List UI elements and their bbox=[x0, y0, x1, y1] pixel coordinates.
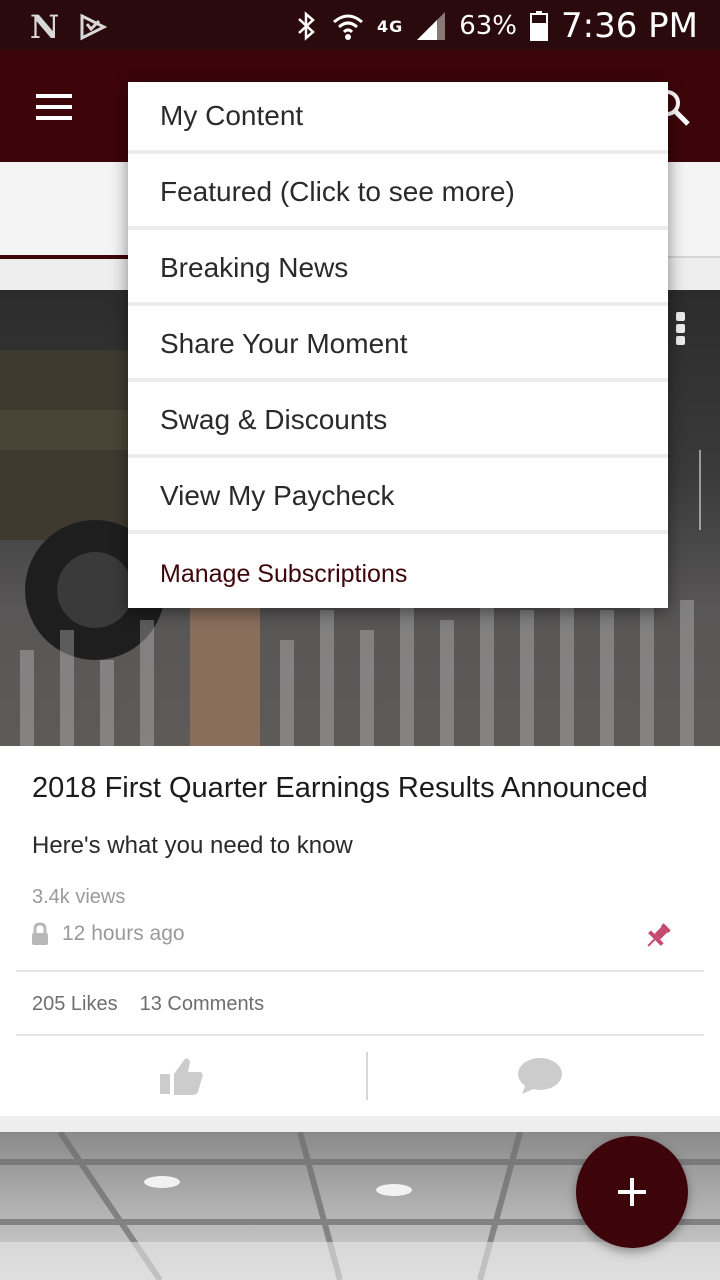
bluetooth-icon bbox=[298, 11, 315, 41]
battery-percent: 63% bbox=[459, 11, 517, 41]
divider bbox=[16, 970, 704, 972]
action-separator bbox=[366, 1052, 368, 1100]
status-bar: N 4G 63% 7:36 PM bbox=[0, 0, 720, 50]
post-views: 3.4k views bbox=[32, 886, 126, 908]
battery-icon bbox=[530, 11, 548, 41]
wifi-icon bbox=[332, 14, 363, 40]
play-store-notification-icon bbox=[80, 13, 108, 41]
channel-dropdown-menu: My Content Featured (Click to see more) … bbox=[128, 82, 668, 608]
signal-icon bbox=[417, 12, 446, 40]
n-notification-icon: N bbox=[30, 8, 60, 46]
hamburger-icon[interactable] bbox=[36, 94, 76, 122]
likes-count[interactable]: 205 Likes bbox=[32, 993, 118, 1016]
post-more-options-icon[interactable] bbox=[676, 312, 688, 346]
post-meta: 12 hours ago bbox=[30, 922, 185, 946]
divider bbox=[16, 1034, 704, 1036]
menu-item-manage-subscriptions[interactable]: Manage Subscriptions bbox=[128, 538, 668, 610]
clock: 7:36 PM bbox=[561, 6, 698, 46]
post-stats: 205 Likes 13 Comments bbox=[32, 993, 264, 1016]
network-type: 4G bbox=[376, 16, 404, 36]
menu-item-swag-discounts[interactable]: Swag & Discounts bbox=[128, 386, 668, 458]
status-bar-notifications: N bbox=[30, 8, 108, 46]
menu-item-my-content[interactable]: My Content bbox=[128, 82, 668, 154]
add-post-button[interactable] bbox=[576, 1136, 688, 1248]
post-time: 12 hours ago bbox=[62, 922, 185, 945]
thumbs-up-icon[interactable] bbox=[140, 1050, 220, 1104]
menu-item-view-my-paycheck[interactable]: View My Paycheck bbox=[128, 462, 668, 534]
menu-item-share-your-moment[interactable]: Share Your Moment bbox=[128, 310, 668, 382]
menu-item-featured[interactable]: Featured (Click to see more) bbox=[128, 158, 668, 230]
tab-indicator bbox=[0, 255, 130, 259]
menu-item-breaking-news[interactable]: Breaking News bbox=[128, 234, 668, 306]
pin-icon[interactable] bbox=[642, 920, 674, 952]
comments-count[interactable]: 13 Comments bbox=[140, 993, 265, 1016]
post-subtitle: Here's what you need to know bbox=[32, 832, 353, 859]
lock-icon bbox=[32, 922, 48, 945]
comment-bubble-icon[interactable] bbox=[500, 1050, 580, 1104]
post-title[interactable]: 2018 First Quarter Earnings Results Anno… bbox=[32, 772, 702, 805]
status-bar-system: 4G 63% 7:36 PM bbox=[295, 6, 698, 46]
